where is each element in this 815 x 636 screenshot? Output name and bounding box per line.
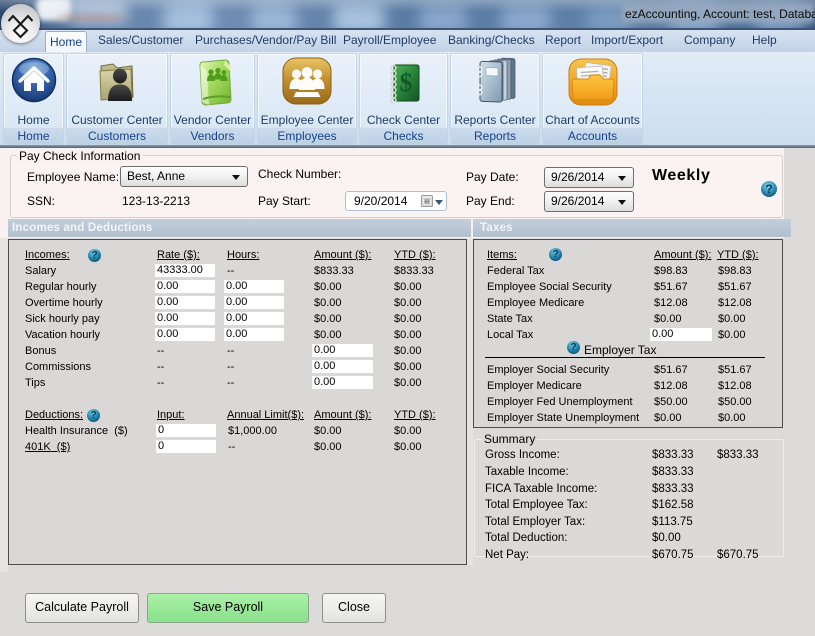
svg-text:$: $ [399,68,412,97]
